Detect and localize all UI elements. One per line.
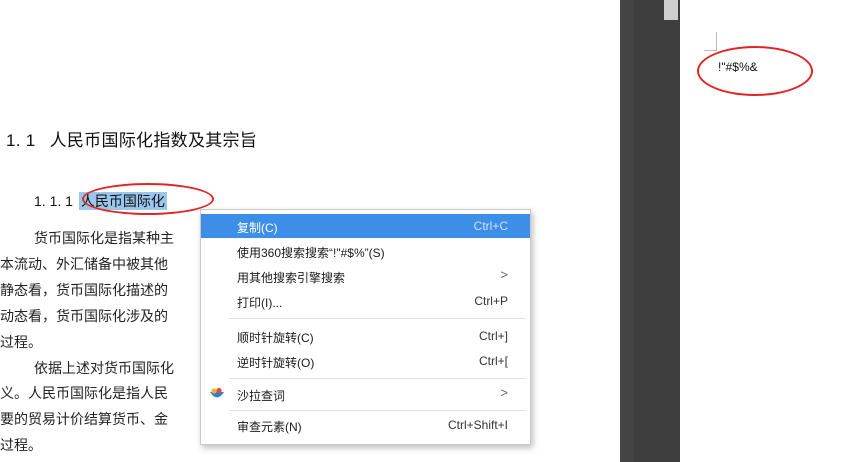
scrollbar-track[interactable] — [634, 0, 680, 462]
paragraph-line: 本流动、外汇储备中被其他 — [0, 257, 168, 273]
menu-item-search-360[interactable]: 使用360搜索搜索“!"#$%”(S) — [201, 239, 530, 263]
menu-item-label: 沙拉查词 — [237, 389, 286, 403]
menu-item-shortcut: Ctrl+C — [473, 219, 508, 233]
menu-item-label: 复制(C) — [237, 221, 278, 235]
menu-item-shortcut: Ctrl+Shift+I — [447, 418, 508, 432]
menu-item-shortcut: Ctrl+] — [478, 329, 508, 343]
heading-number: 1. 1 — [6, 131, 36, 150]
menu-separator — [229, 410, 526, 411]
chevron-right-icon: > — [500, 385, 508, 400]
heading-title: 人民币国际化指数及其宗旨 — [49, 131, 258, 150]
menu-item-label: 顺时针旋转(C) — [237, 331, 314, 345]
paragraph-line: 动态看，货币国际化涉及的 — [0, 309, 168, 325]
menu-item-rotate-clockwise[interactable]: 顺时针旋转(C) Ctrl+] — [201, 324, 530, 348]
heading-1-1: 1. 1 人民币国际化指数及其宗旨 — [6, 126, 257, 151]
menu-item-search-other-engine[interactable]: 用其他搜索引擎搜索 > — [201, 264, 530, 288]
menu-item-label: 使用360搜索搜索“!"#$%”(S) — [237, 246, 385, 260]
menu-item-inspect-element[interactable]: 审查元素(N) Ctrl+Shift+I — [201, 413, 530, 437]
menu-item-label: 审查元素(N) — [237, 420, 302, 434]
menu-item-shortcut: Ctrl+P — [474, 294, 508, 308]
heading-number: 1. 1. 1 — [34, 193, 73, 209]
paragraph-line: 依据上述对货币国际化 — [34, 361, 174, 377]
annotation-oval-selection — [82, 183, 214, 215]
menu-item-label: 打印(I)... — [237, 296, 283, 310]
page-corner-mark — [704, 32, 717, 51]
paragraph-line: 要的贸易计价结算货币、金 — [0, 412, 168, 428]
menu-item-label: 逆时针旋转(O) — [237, 356, 315, 370]
paragraph-line: 过程。 — [0, 438, 42, 454]
scrollbar-thumb[interactable] — [664, 0, 678, 20]
paragraph-line: 过程。 — [0, 335, 42, 351]
menu-separator — [229, 318, 526, 319]
menu-item-copy[interactable]: 复制(C) Ctrl+C — [201, 214, 530, 238]
chevron-right-icon: > — [500, 267, 508, 282]
menu-item-salad-dict[interactable]: 沙拉查词 > — [201, 382, 530, 406]
paragraph-line: 义。人民币国际化是指人民 — [0, 386, 168, 402]
menu-item-print[interactable]: 打印(I)... Ctrl+P — [201, 289, 530, 313]
menu-separator — [229, 378, 526, 379]
paragraph-line: 静态看，货币国际化描述的 — [0, 283, 168, 299]
menu-item-label: 用其他搜索引擎搜索 — [237, 271, 346, 285]
menu-item-shortcut: Ctrl+[ — [478, 354, 508, 368]
context-menu: 复制(C) Ctrl+C 使用360搜索搜索“!"#$%”(S) 用其他搜索引擎… — [200, 209, 531, 445]
salad-dict-icon — [210, 387, 224, 398]
menu-item-rotate-counterclockwise[interactable]: 逆时针旋转(O) Ctrl+[ — [201, 349, 530, 373]
paragraph-line: 货币国际化是指某种主 — [34, 231, 174, 247]
annotation-oval-symbols — [697, 46, 813, 96]
